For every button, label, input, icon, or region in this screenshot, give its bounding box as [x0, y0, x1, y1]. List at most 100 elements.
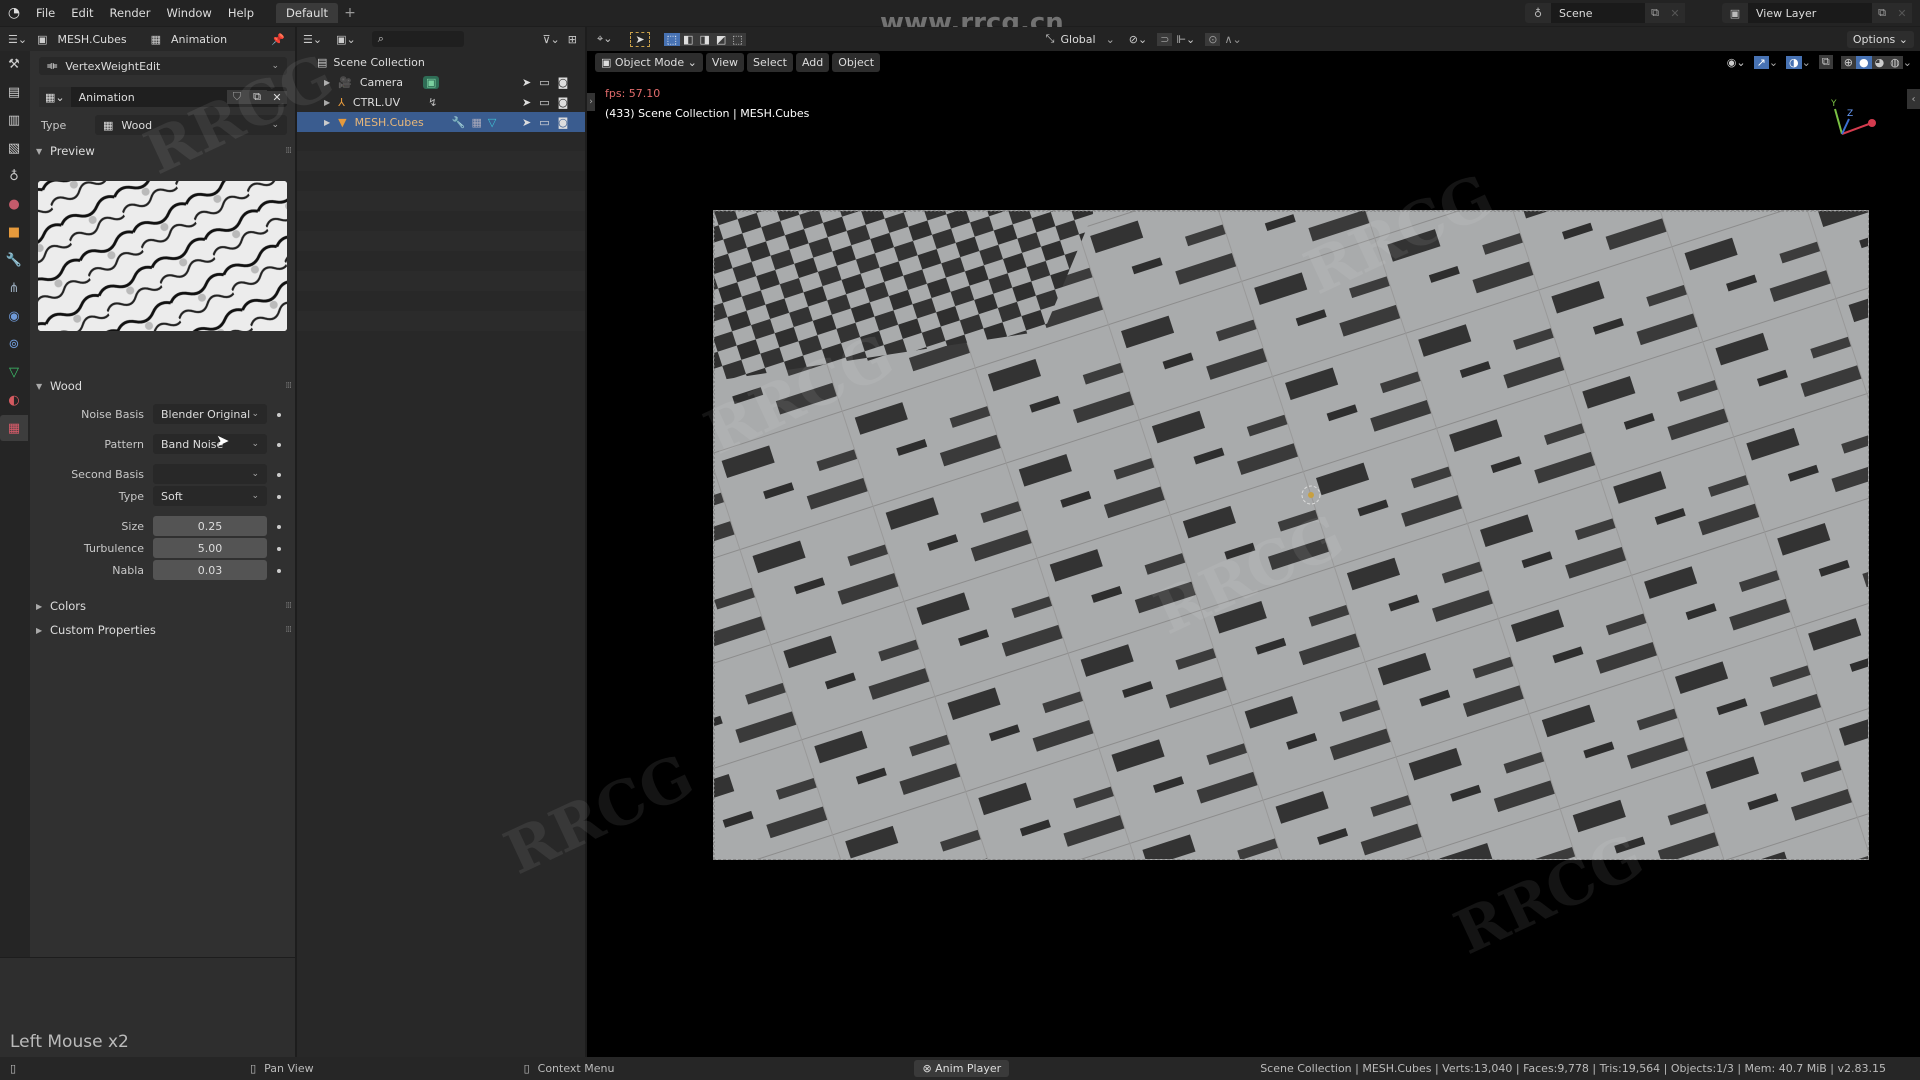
menu-help[interactable]: Help — [220, 6, 262, 20]
texture-name-field[interactable]: Animation — [71, 91, 227, 104]
scene-selector[interactable]: ♁ Scene ⧉ ✕ — [1525, 3, 1685, 23]
menu-add[interactable]: Add — [795, 52, 830, 72]
shading-wireframe-icon[interactable]: ⊕ — [1840, 55, 1856, 69]
viewport-visibility-icon[interactable]: ▭ — [539, 96, 549, 109]
menu-view[interactable]: View — [705, 52, 745, 72]
noise-type-dropdown[interactable]: Soft ⌄ — [153, 486, 267, 506]
mesh-data-icon[interactable]: ▽ — [488, 116, 496, 129]
editor-type-icon[interactable]: ⌖⌄ — [597, 32, 612, 46]
output-tab-icon[interactable]: ▥ — [0, 107, 28, 133]
panel-colors[interactable]: ▶ Colors ⁞⁞⁞ — [36, 595, 292, 617]
delete-view-layer-icon[interactable]: ✕ — [1892, 3, 1912, 23]
keyframe-dot[interactable] — [277, 473, 281, 477]
workspace-tab-default[interactable]: Default — [276, 3, 339, 23]
menu-render[interactable]: Render — [102, 6, 159, 20]
keyframe-dot[interactable] — [277, 413, 281, 417]
modifier-selector[interactable]: ⟚ VertexWeightEdit ⌄ — [39, 57, 287, 75]
new-view-layer-icon[interactable]: ⧉ — [1872, 3, 1892, 23]
falloff-icon[interactable]: ∧⌄ — [1224, 33, 1241, 46]
outliner-row-scene-collection[interactable]: ▤ Scene Collection — [297, 52, 585, 72]
select-mode-subtract-icon[interactable]: ◨ — [696, 32, 713, 46]
select-mode-intersect-icon[interactable]: ⬚ — [729, 32, 746, 46]
gizmo-axis-z[interactable]: Z — [1847, 109, 1853, 119]
new-scene-icon[interactable]: ⧉ — [1645, 3, 1665, 23]
menu-window[interactable]: Window — [158, 6, 219, 20]
render-visibility-icon[interactable]: ◙ — [558, 96, 569, 109]
second-basis-dropdown[interactable]: ⌄ — [153, 464, 267, 484]
view-layer-tab-icon[interactable]: ▧ — [0, 135, 28, 161]
menu-file[interactable]: File — [28, 6, 63, 20]
selectable-icon[interactable]: ➤ — [522, 76, 531, 89]
drag-grip-icon[interactable]: ⁞⁞⁞ — [285, 146, 292, 156]
editor-type-icon[interactable]: ☰⌄ — [8, 33, 27, 46]
chevron-down-icon[interactable]: ⌄ — [1769, 56, 1778, 69]
shading-solid-icon[interactable]: ● — [1855, 55, 1872, 69]
gizmo-toggle-icon[interactable]: ↗ — [1753, 55, 1769, 69]
scene-name[interactable]: Scene — [1551, 7, 1645, 20]
selectable-icon[interactable]: ➤ — [522, 96, 531, 109]
modifier-icon[interactable]: 🔧 — [452, 116, 466, 129]
keyframe-dot[interactable] — [277, 569, 281, 573]
keyframe-dot[interactable] — [277, 495, 281, 499]
proportional-edit-icon[interactable]: ⊙ — [1205, 32, 1221, 46]
panel-preview[interactable]: ▼ Preview ⁞⁞⁞ — [36, 140, 292, 162]
drag-grip-icon[interactable]: ⁞⁞⁞ — [285, 381, 292, 391]
shading-rendered-icon[interactable]: ◍ — [1887, 55, 1903, 69]
keyframe-dot[interactable] — [277, 547, 281, 551]
last-operator-panel[interactable]: Left Mouse x2 — [0, 958, 295, 1057]
physics-tab-icon[interactable]: ◉ — [0, 303, 28, 329]
pivot-icon[interactable]: ⊘⌄ — [1129, 33, 1147, 46]
add-workspace-button[interactable]: + — [344, 5, 356, 21]
mode-dropdown[interactable]: ▣ Object Mode ⌄ — [595, 52, 703, 72]
fake-user-icon[interactable]: ⛉ — [227, 90, 247, 104]
orientation-icon[interactable]: ⤡ — [1046, 32, 1055, 46]
particles-tab-icon[interactable]: ⋔ — [0, 275, 28, 301]
turbulence-field[interactable]: 5.00 — [153, 538, 267, 558]
render-visibility-icon[interactable]: ◙ — [558, 76, 569, 89]
toolbar-toggle-icon[interactable]: › — [587, 93, 595, 111]
size-field[interactable]: 0.25 — [153, 516, 267, 536]
tool-tab-icon[interactable]: ⚒ — [0, 51, 28, 77]
new-collection-icon[interactable]: ⊞ — [568, 33, 577, 46]
render-tab-icon[interactable]: ▤ — [0, 79, 28, 105]
object-tab-icon[interactable]: ■ — [0, 219, 28, 245]
orientation-dropdown[interactable]: Global — [1060, 33, 1095, 46]
viewport-visibility-icon[interactable]: ▭ — [539, 76, 549, 89]
material-tab-icon[interactable]: ◐ — [0, 387, 28, 413]
menu-object[interactable]: Object — [832, 52, 881, 72]
outliner-editor-type-icon[interactable]: ☰⌄ — [303, 33, 322, 46]
snap-target-icon[interactable]: ⊩⌄ — [1176, 33, 1195, 46]
visibility-icon[interactable]: ◉⌄ — [1727, 56, 1746, 69]
options-dropdown[interactable]: Options ⌄ — [1846, 30, 1914, 48]
duplicate-texture-icon[interactable]: ⧉ — [247, 90, 267, 104]
xray-toggle-icon[interactable]: ⧉ — [1818, 55, 1833, 69]
select-tool-icon[interactable]: ➤ — [630, 31, 650, 47]
select-mode-new-icon[interactable]: ⬚ — [663, 32, 681, 46]
overlays-toggle-icon[interactable]: ◑ — [1786, 55, 1802, 69]
viewport-visibility-icon[interactable]: ▭ — [539, 116, 549, 129]
menu-select[interactable]: Select — [747, 52, 793, 72]
view-layer-name[interactable]: View Layer — [1748, 7, 1872, 20]
cancel-job-icon[interactable]: ⊗ — [922, 1062, 931, 1075]
texture-browse-icon[interactable]: ▦⌄ — [39, 87, 71, 107]
world-tab-icon[interactable]: ● — [0, 191, 28, 217]
texture-datablock[interactable]: ▦⌄ Animation ⛉ ⧉ ✕ — [39, 87, 287, 107]
pin-icon[interactable]: 📌 — [271, 33, 285, 46]
keyframe-dot[interactable] — [277, 443, 281, 447]
select-mode-invert-icon[interactable]: ◩ — [712, 32, 730, 46]
camera-view-render[interactable] — [713, 210, 1869, 860]
filter-icon[interactable]: ⊽⌄ — [543, 33, 560, 46]
nabla-field[interactable]: 0.03 — [153, 560, 267, 580]
expand-arrow-icon[interactable]: ▶ — [324, 78, 330, 87]
chevron-down-icon[interactable]: ⌄ — [1802, 56, 1811, 69]
unlink-texture-icon[interactable]: ✕ — [267, 90, 287, 104]
sidebar-toggle-icon[interactable]: ‹ — [1907, 89, 1920, 109]
noise-basis-dropdown[interactable]: Blender Original ⌄ — [153, 404, 267, 424]
blender-logo-icon[interactable]: ◔ — [0, 5, 28, 21]
navigation-gizmo[interactable]: Y Z — [1827, 89, 1887, 149]
snap-icon[interactable]: ⊃ — [1157, 32, 1173, 46]
search-icon[interactable]: ⌕ — [371, 31, 464, 47]
modifier-tab-icon[interactable]: 🔧 — [0, 247, 28, 273]
constraints-tab-icon[interactable]: ⊚ — [0, 331, 28, 357]
texture-type-dropdown[interactable]: ▦ Wood ⌄ — [95, 115, 287, 135]
